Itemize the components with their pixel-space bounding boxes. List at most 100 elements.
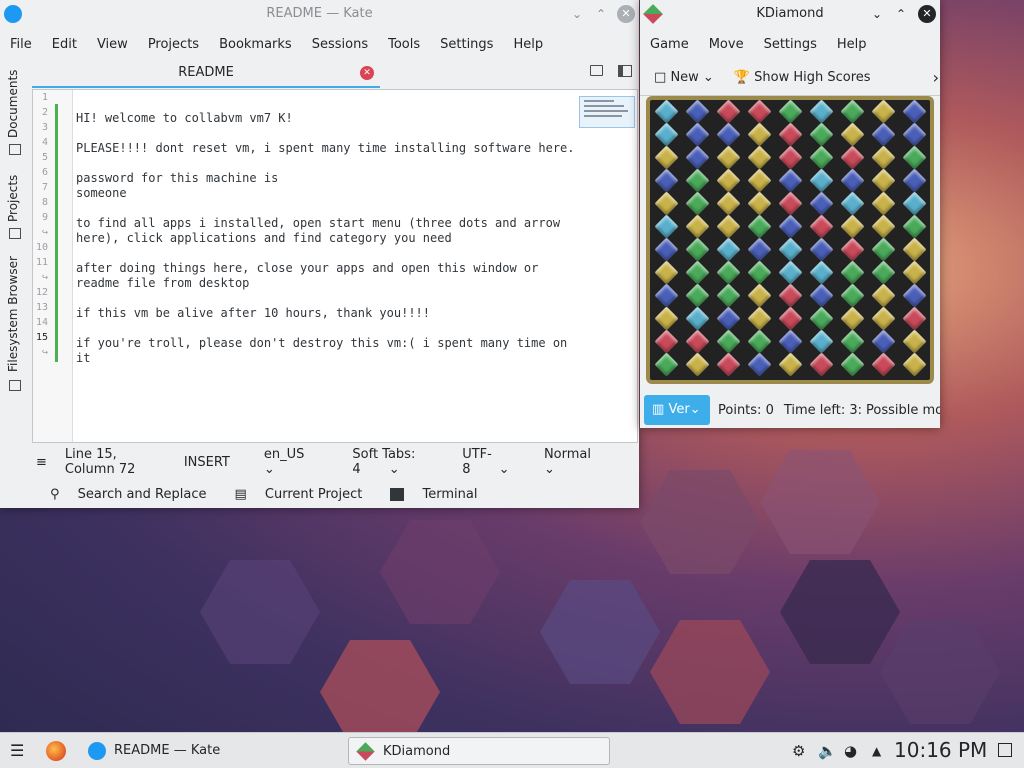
diamond-gem[interactable] [654,283,679,308]
diamond-gem[interactable] [871,329,896,354]
diamond-gem[interactable] [716,191,741,216]
menu-help[interactable]: Help [503,37,553,52]
diamond-gem[interactable] [685,283,710,308]
diamond-gem[interactable] [778,329,803,354]
clock[interactable]: 10:16 PM [894,736,987,764]
close-button[interactable]: ✕ [617,5,635,23]
diamond-gem[interactable] [747,122,772,147]
minimize-button[interactable]: ⌄ [872,7,882,21]
taskbar-kdiamond[interactable]: KDiamond [348,737,610,765]
diamond-gem[interactable] [902,352,927,377]
sidebar-filesystem-browser[interactable]: Filesystem Browser [6,256,20,372]
diamond-gem[interactable] [902,306,927,331]
diamond-gem[interactable] [871,191,896,216]
diamond-gem[interactable] [840,168,865,193]
diamond-gem[interactable] [902,283,927,308]
application-launcher-icon[interactable]: ☰ [10,737,24,765]
sidebar-documents[interactable]: Documents [6,70,20,138]
diamond-gem[interactable] [778,283,803,308]
diamond-gem[interactable] [685,99,710,124]
diamond-gem[interactable] [778,168,803,193]
diamond-gem[interactable] [747,214,772,239]
highlighting-select[interactable]: Normal ⌄ [544,447,615,477]
input-mode[interactable]: INSERT [184,455,230,470]
diamond-gem[interactable] [840,329,865,354]
diamond-gem[interactable] [716,306,741,331]
diamond-gem[interactable] [840,99,865,124]
diamond-gem[interactable] [871,352,896,377]
diamond-gem[interactable] [840,260,865,285]
diamond-gem[interactable] [716,145,741,170]
diamond-gem[interactable] [871,306,896,331]
menu-file[interactable]: File [0,37,42,52]
diamond-gem[interactable] [902,260,927,285]
kate-titlebar[interactable]: README — Kate ⌄ ⌃ ✕ [0,0,639,28]
tab-close-icon[interactable]: ✕ [360,66,374,80]
diamond-gem[interactable] [840,214,865,239]
diamond-gem[interactable] [747,168,772,193]
diamond-gem[interactable] [809,237,834,262]
diamond-gem[interactable] [871,214,896,239]
encoding-select[interactable]: UTF-8 ⌄ [462,447,520,477]
diamond-gem[interactable] [747,145,772,170]
diamond-gem[interactable] [747,283,772,308]
diamond-gem[interactable] [685,214,710,239]
diamond-gem[interactable] [716,260,741,285]
diamond-gem[interactable] [840,283,865,308]
menu-help[interactable]: Help [827,37,877,52]
indentation-select[interactable]: Soft Tabs: 4 ⌄ [352,447,438,477]
diamond-gem[interactable] [716,99,741,124]
sidebar-projects[interactable]: Projects [6,175,20,222]
difficulty-button[interactable]: ▥ Ver⌄ [644,395,710,425]
diamond-gem[interactable] [871,260,896,285]
diamond-gem[interactable] [778,306,803,331]
diamond-gem[interactable] [871,283,896,308]
diamond-gem[interactable] [716,329,741,354]
diamond-gem[interactable] [685,260,710,285]
menu-tools[interactable]: Tools [378,37,430,52]
menu-view[interactable]: View [87,37,138,52]
tab-readme[interactable]: README ✕ [32,60,380,88]
diamond-gem[interactable] [840,352,865,377]
high-scores-button[interactable]: 🏆 Show High Scores [734,70,871,85]
diamond-gem[interactable] [654,191,679,216]
diamond-gem[interactable] [747,191,772,216]
chevron-right-icon[interactable]: › [933,68,939,87]
diamond-gem[interactable] [840,145,865,170]
diamond-gem[interactable] [685,191,710,216]
diamond-gem[interactable] [654,168,679,193]
network-icon[interactable]: ⚙ [792,737,805,765]
diamond-gem[interactable] [809,260,834,285]
diamond-gem[interactable] [840,237,865,262]
diamond-gem[interactable] [809,283,834,308]
new-game-button[interactable]: □ New ⌄ [654,70,714,85]
split-view-icon[interactable] [618,65,632,77]
diamond-gem[interactable] [809,191,834,216]
diamond-gem[interactable] [871,145,896,170]
diamond-gem[interactable] [654,237,679,262]
diamond-gem[interactable] [654,99,679,124]
diamond-gem[interactable] [654,329,679,354]
menu-settings[interactable]: Settings [430,37,503,52]
diamond-gem[interactable] [809,306,834,331]
diamond-gem[interactable] [716,352,741,377]
maximize-button[interactable]: ⌃ [596,7,606,21]
diamond-gem[interactable] [747,237,772,262]
diamond-gem[interactable] [716,168,741,193]
diamond-gem[interactable] [654,260,679,285]
diamond-gem[interactable] [654,352,679,377]
diamond-gem[interactable] [716,283,741,308]
diamond-gem[interactable] [902,329,927,354]
diamond-gem[interactable] [902,191,927,216]
diamond-gem[interactable] [685,306,710,331]
close-button[interactable]: ✕ [918,5,936,23]
volume-icon[interactable]: 🔈 [818,737,837,765]
diamond-gem[interactable] [809,168,834,193]
diamond-gem[interactable] [778,99,803,124]
diamond-gem[interactable] [685,237,710,262]
diamond-gem[interactable] [716,214,741,239]
diamond-gem[interactable] [778,191,803,216]
folder-icon[interactable] [590,65,603,76]
diamond-gem[interactable] [809,214,834,239]
diamond-gem[interactable] [685,168,710,193]
